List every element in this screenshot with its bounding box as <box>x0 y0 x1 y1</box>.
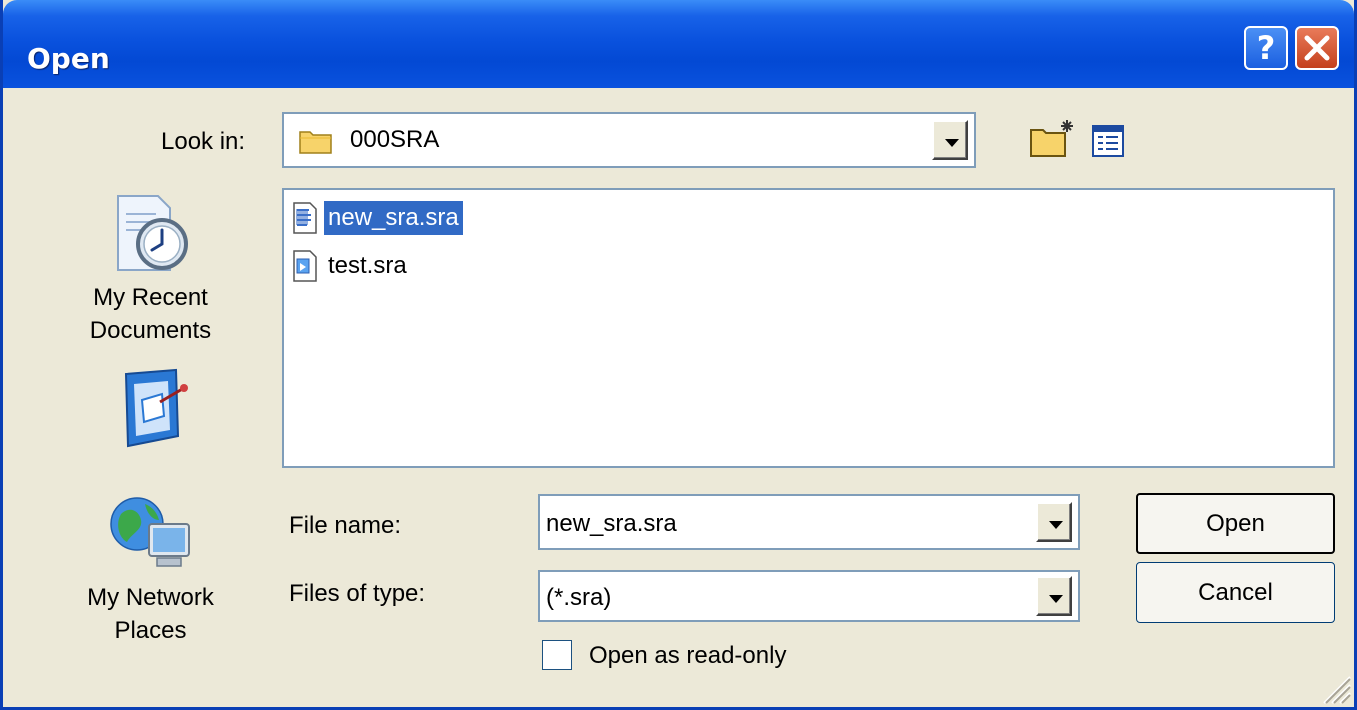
new-folder-icon[interactable] <box>1027 116 1077 160</box>
read-only-checkbox[interactable] <box>542 640 572 670</box>
file-item[interactable]: new_sra.sra <box>292 198 463 238</box>
file-name-dropdown-button[interactable] <box>1036 502 1072 542</box>
window-title: Open <box>27 42 110 75</box>
place-label: My Recent Documents <box>89 284 212 344</box>
file-name: new_sra.sra <box>324 201 463 235</box>
close-icon <box>1304 35 1330 61</box>
resize-grip-icon[interactable] <box>1318 671 1352 705</box>
read-only-label[interactable]: Open as read-only <box>589 642 786 670</box>
place-label: My Network Places <box>87 584 214 644</box>
file-type-dropdown-button[interactable] <box>1036 576 1072 616</box>
file-name-input[interactable]: new_sra.sra <box>546 510 677 538</box>
desktop-icon <box>124 368 188 448</box>
file-type-label: Files of type: <box>289 580 426 607</box>
title-bar[interactable]: Open ? <box>3 0 1354 88</box>
cancel-button[interactable]: Cancel <box>1136 562 1335 623</box>
file-name: test.sra <box>328 252 407 279</box>
places-network[interactable]: My Network Places <box>58 490 243 647</box>
look-in-label: Look in: <box>161 128 246 155</box>
places-recent-documents[interactable]: My Recent Documents <box>58 190 243 347</box>
file-type-value: (*.sra) <box>546 584 612 611</box>
question-icon: ? <box>1256 29 1276 67</box>
network-places-icon <box>109 497 190 567</box>
close-button[interactable] <box>1295 26 1339 70</box>
places-desktop[interactable] <box>58 366 243 455</box>
open-button-label: Open <box>1206 510 1265 537</box>
recent-documents-icon <box>116 195 188 271</box>
folder-icon <box>299 131 332 154</box>
open-button[interactable]: Open <box>1136 493 1335 554</box>
file-list[interactable]: new_sra.sra test.sra <box>282 188 1335 468</box>
file-name-combo[interactable]: new_sra.sra <box>538 494 1080 550</box>
view-menu-icon[interactable] <box>1089 122 1129 162</box>
look-in-dropdown-button[interactable] <box>932 120 968 160</box>
look-in-value: 000SRA <box>350 126 440 153</box>
open-dialog: Open ? Look in: 000SRA My Recent Documen… <box>0 0 1357 710</box>
file-item[interactable]: test.sra <box>292 246 411 286</box>
look-in-combo[interactable]: 000SRA <box>282 112 976 168</box>
cancel-button-label: Cancel <box>1198 579 1273 606</box>
sra-file-icon <box>293 202 317 234</box>
sra-file-icon <box>293 250 317 282</box>
file-name-label: File name: <box>289 512 402 539</box>
file-type-combo[interactable]: (*.sra) <box>538 570 1080 622</box>
help-button[interactable]: ? <box>1244 26 1288 70</box>
